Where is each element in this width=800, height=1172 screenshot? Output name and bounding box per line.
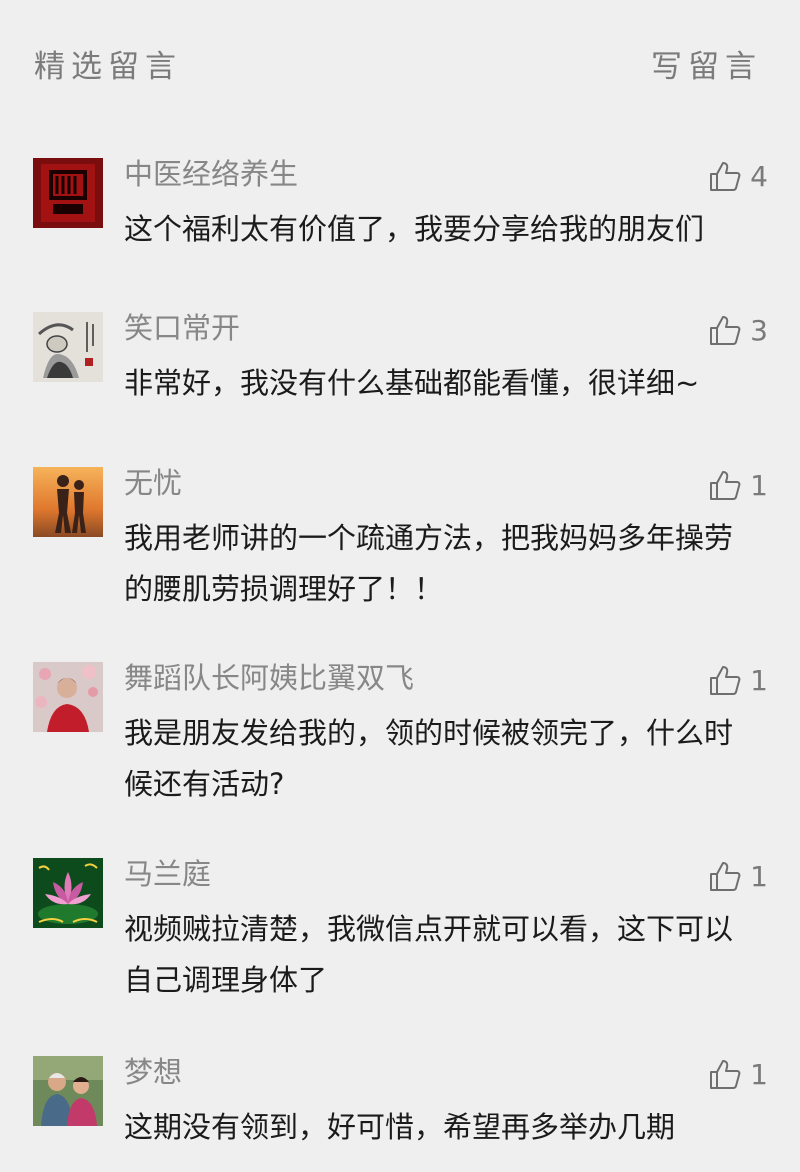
comment-text: 我用老师讲的一个疏通方法，把我妈妈多年操劳的腰肌劳损调理好了！！: [124, 521, 734, 606]
comment-nickname: 笑口常开: [124, 311, 241, 345]
comment-text: 视频贼拉清楚，我微信点开就可以看，这下可以自己调理身体了: [124, 912, 734, 997]
like-count: 1: [750, 468, 768, 502]
like-count: 4: [750, 159, 768, 193]
elderly-couple-avatar[interactable]: [33, 1056, 103, 1126]
like-button[interactable]: 3: [708, 310, 768, 350]
ink-painting-avatar[interactable]: [33, 312, 103, 382]
write-comment-button[interactable]: 写留言: [651, 41, 762, 86]
comment-text: 这期没有领到，好可惜，希望再多举办几期: [124, 1110, 676, 1144]
comment-nickname: 梦想: [124, 1055, 183, 1089]
thumbs-up-icon: [708, 468, 742, 502]
like-button[interactable]: 1: [708, 465, 768, 505]
comments-header: 精选留言 写留言: [34, 38, 762, 88]
comment-nickname: 马兰庭: [124, 857, 212, 891]
comment-text: 这个福利太有价值了，我要分享给我的朋友们: [124, 212, 705, 246]
thumbs-up-icon: [708, 663, 742, 697]
like-count: 1: [750, 1057, 768, 1091]
like-button[interactable]: 1: [708, 1054, 768, 1094]
like-button[interactable]: 4: [708, 156, 768, 196]
featured-comments-title: 精选留言: [34, 48, 182, 85]
thumbs-up-icon: [708, 859, 742, 893]
comment-nickname: 舞蹈队长阿姨比翼双飞: [124, 661, 415, 695]
comment-text: 非常好，我没有什么基础都能看懂，很详细~: [124, 366, 700, 400]
comment-text: 我是朋友发给我的，领的时候被领完了，什么时候还有活动?: [124, 716, 734, 801]
sunset-couple-avatar[interactable]: [33, 467, 103, 537]
comment-nickname: 无忧: [124, 466, 183, 500]
lotus-avatar[interactable]: [33, 858, 103, 928]
like-count: 1: [750, 859, 768, 893]
like-count: 3: [750, 313, 768, 347]
like-button[interactable]: 1: [708, 660, 768, 700]
thumbs-up-icon: [708, 159, 742, 193]
comment-nickname: 中医经络养生: [124, 157, 299, 191]
woman-flowers-avatar[interactable]: [33, 662, 103, 732]
like-count: 1: [750, 663, 768, 697]
like-button[interactable]: 1: [708, 856, 768, 896]
red-seal-avatar[interactable]: [33, 158, 103, 228]
thumbs-up-icon: [708, 313, 742, 347]
thumbs-up-icon: [708, 1057, 742, 1091]
